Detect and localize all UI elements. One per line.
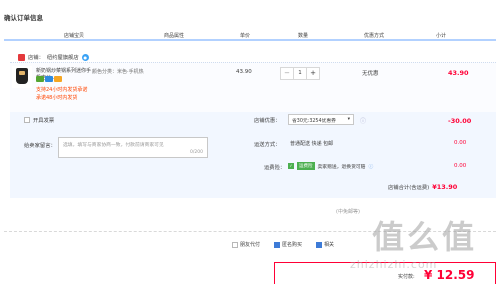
pay-options: 朋友代付 匿名购买 相关 <box>232 241 334 248</box>
insurance-label: 运费险： <box>264 165 286 171</box>
other-checkbox[interactable] <box>316 241 323 248</box>
info-icon[interactable]: ⓘ <box>360 116 366 125</box>
invoice-checkbox[interactable] <box>24 117 30 123</box>
page-title: 确认订单信息 <box>4 14 43 22</box>
invoice-label: 开具发票 <box>33 118 55 124</box>
help-line: (中免邮等) <box>336 209 360 215</box>
service-badges <box>36 76 62 82</box>
insurance-text: 卖家赠送，退换货可赔 <box>317 164 366 170</box>
shipping-method: 普通配送 快递 包邮 <box>290 141 334 147</box>
header-price: 单价 <box>240 33 251 39</box>
watermark-logo: 值么值 <box>372 218 478 256</box>
badge-icon <box>36 76 44 82</box>
item-subtotal: 43.90 <box>448 69 469 77</box>
header-qty: 数量 <box>298 33 309 39</box>
header-attr: 商品属性 <box>164 33 185 39</box>
shop-discount-amount: -30.00 <box>448 117 472 125</box>
store-total-amount: ¥13.90 <box>432 183 458 191</box>
final-label: 实付款: <box>398 274 415 280</box>
header-discount: 优惠方式 <box>364 33 385 39</box>
anonymous-option[interactable]: 匿名购买 <box>274 241 302 248</box>
store-total-label: 店铺合计(含运费) <box>388 185 430 191</box>
invoice-option[interactable]: 开具发票 <box>24 116 54 124</box>
shop-discount-label: 店铺优惠： <box>254 118 281 124</box>
shop-name[interactable]: 纽约屋旗舰店 <box>47 53 79 61</box>
chevron-down-icon: ▾ <box>347 117 350 122</box>
quantity-stepper[interactable]: − 1 + <box>280 67 320 80</box>
plus-button[interactable]: + <box>307 68 319 79</box>
unit-price: 43.90 <box>236 69 252 75</box>
delivery-promise-2: 承诺48小时内发货 <box>36 95 78 101</box>
shipping-label: 运送方式： <box>254 142 281 148</box>
product-attr: 颜色分类：米色·手机热 <box>92 69 144 75</box>
product-image[interactable] <box>12 66 32 88</box>
header-shop-item: 店铺宝贝 <box>64 33 85 39</box>
shop-label: 店铺： <box>28 55 44 61</box>
wangwang-icon[interactable]: ● <box>81 53 89 61</box>
badge-icon <box>54 76 62 82</box>
anonymous-label: 匿名购买 <box>282 242 303 248</box>
header-subtotal: 小计 <box>436 33 447 39</box>
badge-icon <box>45 76 53 82</box>
insurance-tag: 运费险 <box>297 162 315 170</box>
shop-discount-selected: 省30元:3254优惠券 <box>292 119 336 124</box>
other-label: 相关 <box>324 242 335 248</box>
column-header: 店铺宝贝 商品属性 单价 数量 优惠方式 小计 <box>4 30 496 41</box>
info-icon[interactable]: ⓘ <box>368 163 373 170</box>
anonymous-checkbox[interactable] <box>274 241 281 248</box>
item-discount: 无优惠 <box>362 71 379 77</box>
friend-pay-label: 朋友代付 <box>240 242 261 248</box>
minus-button[interactable]: − <box>281 68 293 79</box>
quantity-value[interactable]: 1 <box>293 68 307 79</box>
message-count: 0/200 <box>190 150 203 155</box>
shop-icon <box>18 53 25 61</box>
insurance-amount: 0.00 <box>454 163 467 169</box>
shop-discount-select[interactable]: 省30元:3254优惠券 ▾ <box>288 114 354 125</box>
friend-pay-option[interactable]: 朋友代付 <box>232 241 260 248</box>
insurance-row: ✓ 运费险 卖家赠送，退换货可赔 ⓘ <box>288 162 373 170</box>
store-total: 店铺合计(含运费) ¥13.90 <box>388 183 457 191</box>
friend-pay-checkbox[interactable] <box>232 241 238 248</box>
message-placeholder: 选填，填写与商家协商一致，付款前请商家可见 <box>63 143 164 148</box>
check-icon[interactable]: ✓ <box>288 163 294 169</box>
other-option[interactable]: 相关 <box>316 241 334 248</box>
message-textarea[interactable]: 选填，填写与商家协商一致，付款前请商家可见 0/200 <box>58 137 208 158</box>
delivery-promise: 支持24小时内发货承诺 <box>36 87 88 93</box>
watermark-url: zhizhizhi.com <box>350 258 438 271</box>
shipping-amount: 0.00 <box>454 140 467 146</box>
message-label: 给卖家留言： <box>24 143 56 149</box>
